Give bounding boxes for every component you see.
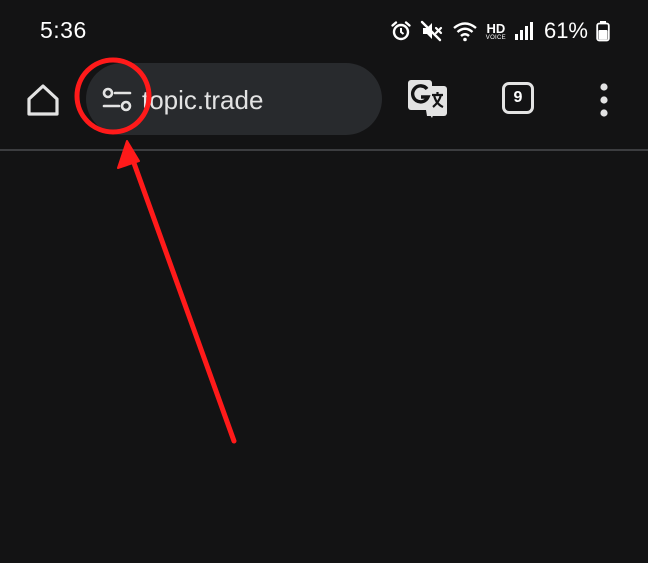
browser-toolbar: topic.trade 9	[0, 60, 648, 150]
browser-screen: 5:36 HD VOICE 61% topic.trade 9	[0, 0, 648, 563]
mute-icon	[420, 20, 444, 42]
hd-label: HD	[486, 20, 506, 36]
home-button[interactable]	[24, 81, 62, 119]
hd-voice-icon: HD VOICE	[486, 22, 506, 41]
home-icon	[27, 84, 59, 116]
address-bar[interactable]: topic.trade	[86, 63, 382, 135]
page-info-icon	[102, 87, 132, 112]
translate-icon	[408, 80, 447, 118]
arrow	[117, 140, 237, 444]
status-bar: 5:36 HD VOICE 61%	[0, 0, 648, 60]
status-icons: HD VOICE 61%	[390, 16, 610, 46]
page-info-button[interactable]	[102, 87, 132, 113]
wifi-icon	[452, 20, 478, 42]
battery-percent: 61%	[543, 18, 588, 43]
battery-icon	[596, 20, 610, 42]
clock: 5:36	[40, 17, 87, 43]
alarm-icon	[390, 20, 412, 42]
voice-label: VOICE	[485, 34, 506, 41]
translate-button[interactable]	[406, 78, 450, 122]
toolbar-divider	[0, 149, 648, 151]
more-options-icon	[600, 83, 608, 117]
url-text[interactable]: topic.trade	[142, 85, 263, 116]
tab-count: 9	[513, 89, 523, 106]
tab-switcher-button[interactable]: 9	[502, 82, 534, 114]
more-options-button[interactable]	[596, 82, 612, 118]
signal-icon	[514, 21, 534, 41]
